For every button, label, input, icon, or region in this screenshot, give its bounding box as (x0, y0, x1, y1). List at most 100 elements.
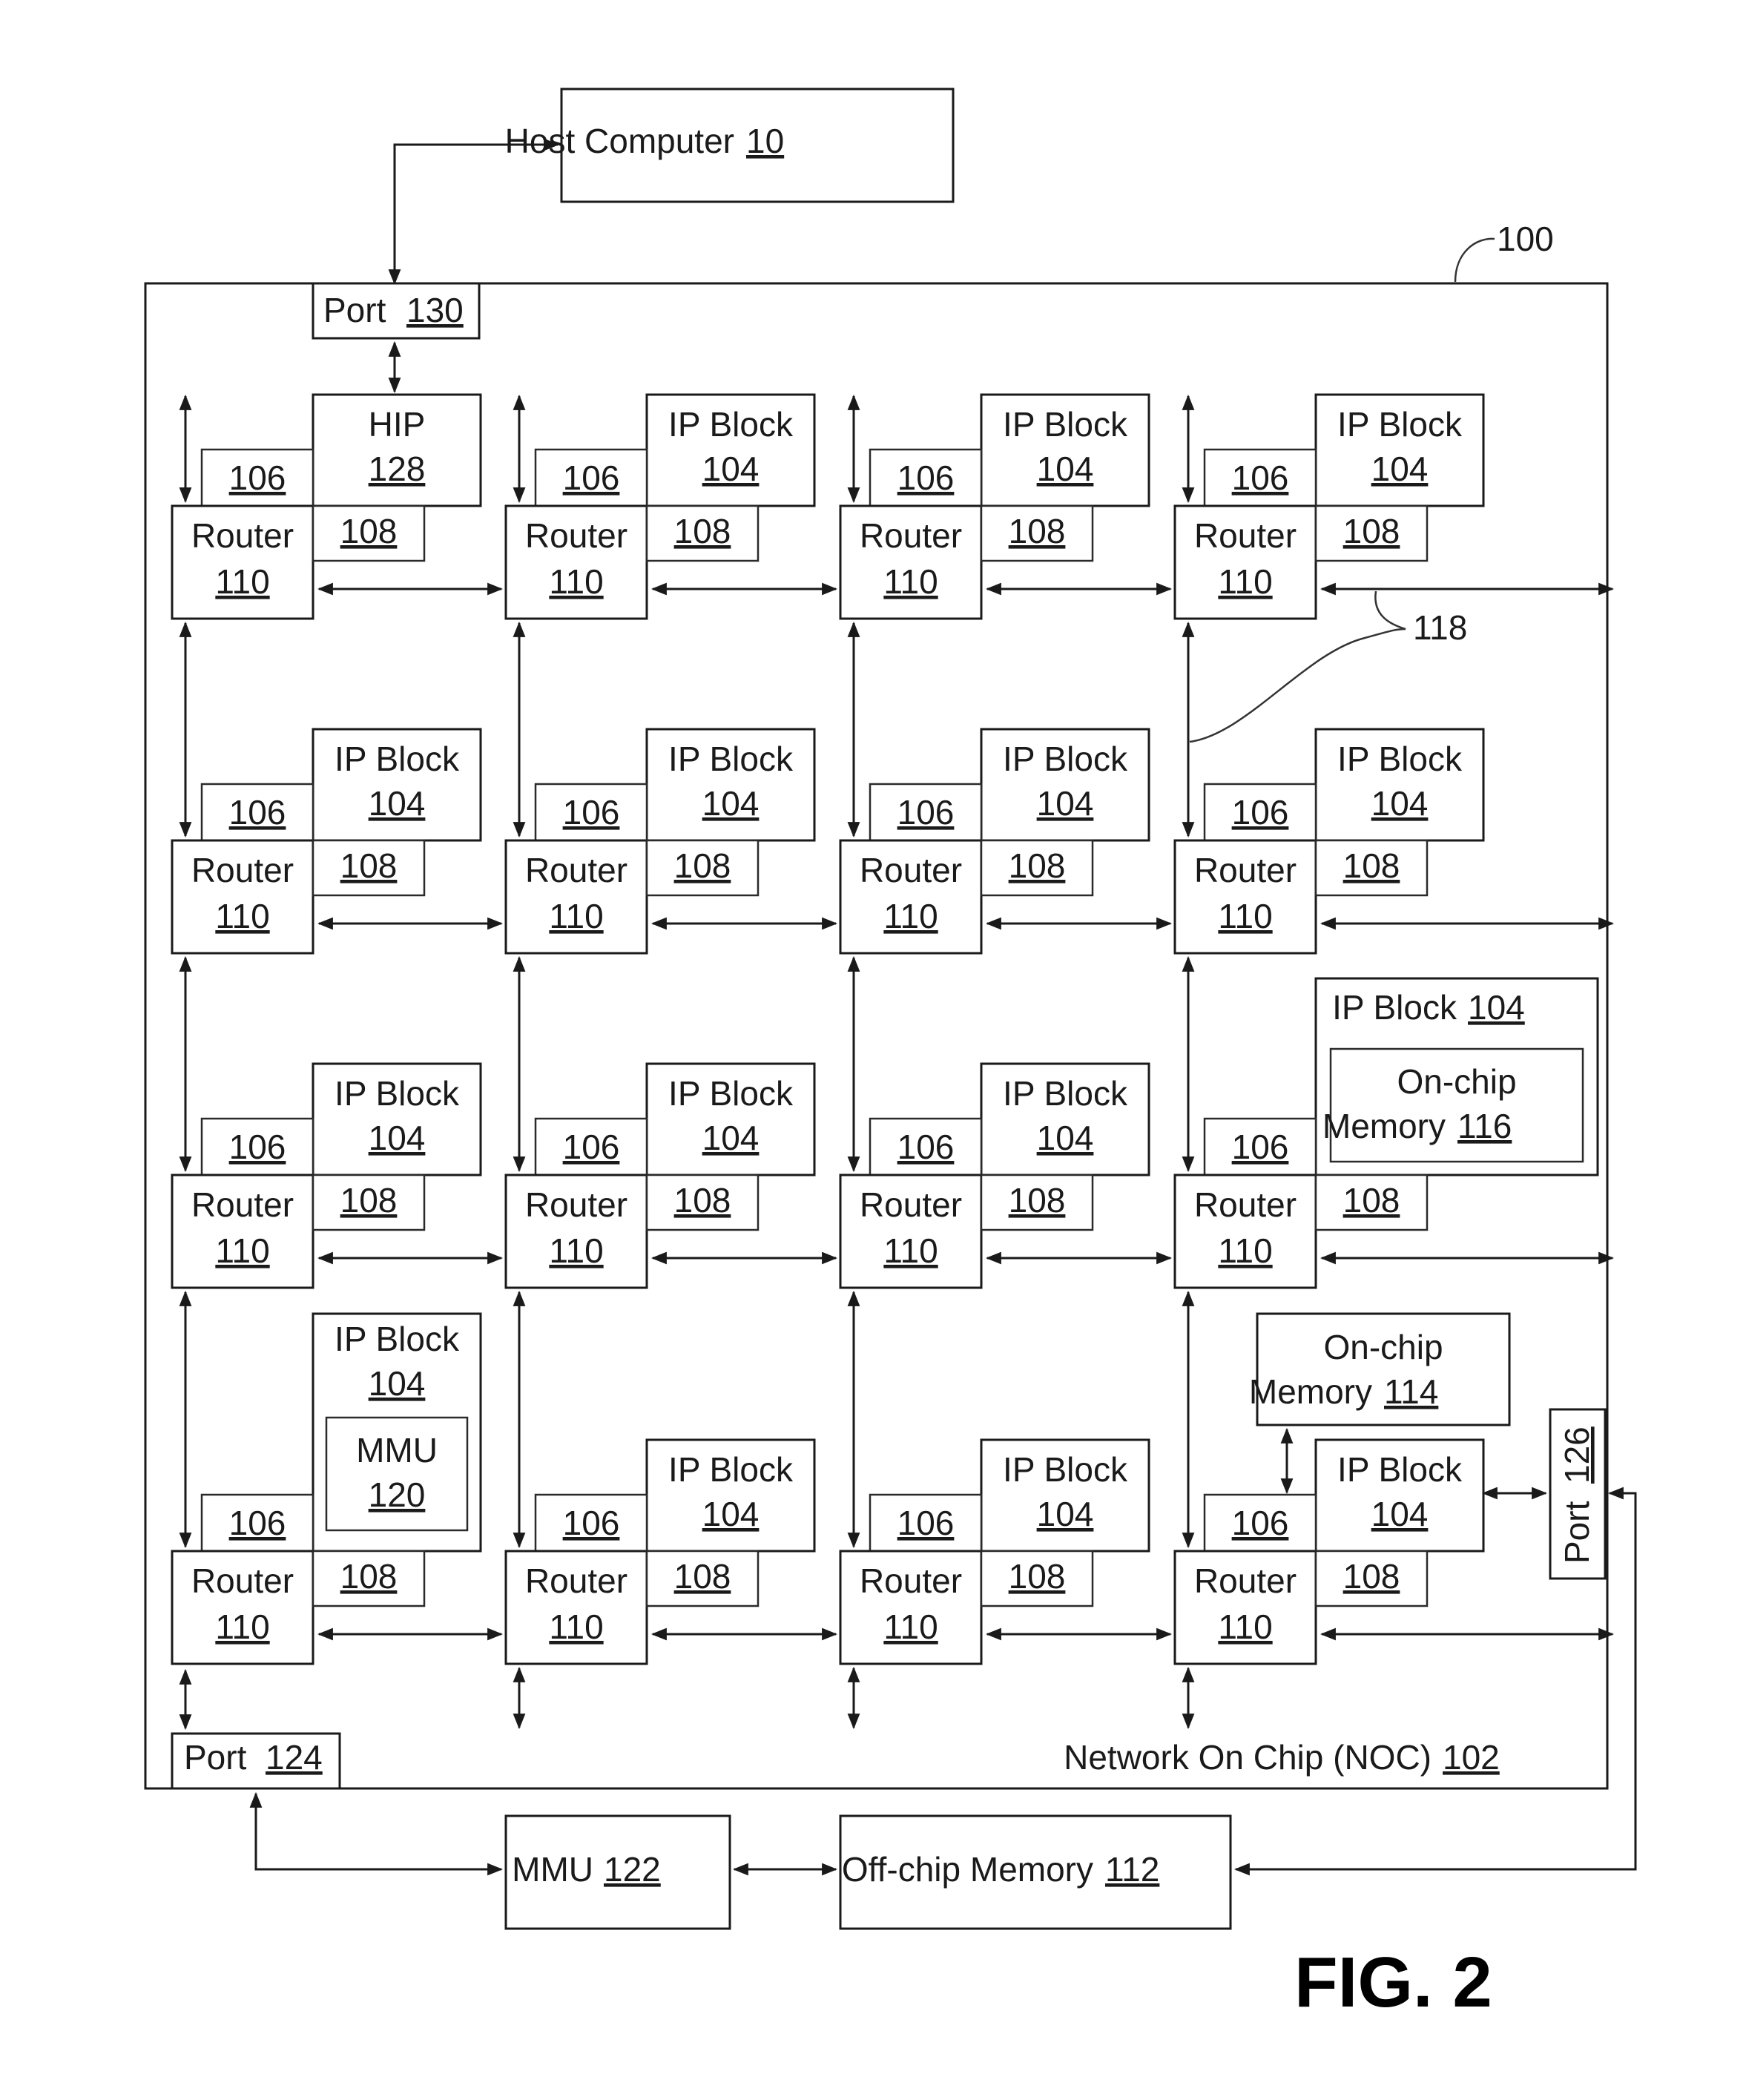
controller-108-ref: 108 (1343, 512, 1400, 550)
onchip-memory-ref: 116 (1457, 1107, 1512, 1145)
memory-comm-controller-106: 106 (869, 1493, 983, 1553)
router-110: Router 110 (171, 504, 314, 620)
svg-text:MMU: MMU (512, 1850, 593, 1889)
network-interface-controller-108: 108 (1314, 1550, 1429, 1607)
network-interface-controller-108: 108 (1314, 504, 1429, 562)
router-110: Router 110 (504, 839, 648, 955)
memory-comm-controller-106: 106 (200, 448, 314, 507)
router-label: Router (1194, 1561, 1297, 1600)
router-ref: 110 (1218, 562, 1272, 601)
ip-block-ref: 104 (1037, 784, 1094, 823)
ip-block: IP Block 104 (980, 1438, 1150, 1553)
router-ref: 110 (549, 897, 603, 935)
router-110: Router 110 (171, 839, 314, 955)
router-label: Router (191, 1185, 294, 1224)
ip-block-label: IP Block (1337, 740, 1463, 778)
controller-108-ref: 108 (1009, 512, 1066, 550)
router-110: Router 110 (839, 839, 983, 955)
controller-108-ref: 108 (674, 1181, 731, 1219)
host-computer-ref: 10 (746, 122, 784, 160)
ip-block-label: IP Block (335, 1074, 460, 1113)
network-interface-controller-108: 108 (1314, 839, 1429, 897)
memory-comm-controller-106: 106 (534, 783, 648, 842)
network-interface-controller-108: 108 (312, 504, 426, 562)
onchip-memory-label: Memory (1322, 1107, 1446, 1145)
controller-106-ref: 106 (229, 1504, 286, 1542)
svg-text:Port: Port (323, 291, 386, 329)
ip-block-label: IP Block (668, 1450, 794, 1489)
svg-text:114: 114 (1384, 1372, 1438, 1411)
router-ref: 110 (883, 1231, 938, 1270)
controller-106-ref: 106 (229, 793, 286, 832)
host-link (388, 138, 560, 286)
ip-block: IP Block 104 (980, 1062, 1150, 1176)
network-interface-controller-108: 108 (980, 1550, 1094, 1607)
noc-block-diagram: Host Computer 10 100 Network On Chip (NO… (144, 88, 1637, 2022)
svg-text:Off-chip Memory: Off-chip Memory (842, 1850, 1093, 1889)
svg-text:Port: Port (1558, 1501, 1596, 1564)
controller-106-ref: 106 (563, 458, 620, 497)
onchip-memory-label: On-chip (1397, 1062, 1516, 1101)
svg-text:122: 122 (604, 1850, 661, 1889)
ip-block-ref: 104 (1371, 1495, 1429, 1533)
network-interface-controller-108: 108 (980, 839, 1094, 897)
network-interface-controller-108: 108 (645, 839, 760, 897)
controller-106-ref: 106 (1232, 458, 1289, 497)
controller-106-ref: 106 (563, 1128, 620, 1166)
offchip-memory-112: Off-chip Memory 112 (839, 1814, 1232, 1930)
router-label: Router (1194, 851, 1297, 889)
host-computer-label: Host Computer (505, 122, 734, 160)
router-label: Router (860, 516, 962, 555)
hip-label: HIP (369, 405, 426, 444)
svg-text:124: 124 (266, 1738, 323, 1777)
system-ref-label: 100 (1497, 220, 1554, 258)
ip-block-ref: 104 (1371, 450, 1429, 488)
svg-text:112: 112 (1105, 1850, 1159, 1889)
ip-block-ref: 104 (369, 1119, 426, 1157)
controller-106-ref: 106 (1232, 1128, 1289, 1166)
memory-comm-controller-106: 106 (200, 1117, 314, 1176)
router-ref: 110 (883, 1607, 938, 1646)
controller-108-ref: 108 (1343, 846, 1400, 885)
controller-106-ref: 106 (563, 1504, 620, 1542)
router-110: Router 110 (171, 1550, 314, 1665)
controller-106-ref: 106 (897, 1128, 955, 1166)
ip-block-with-onchip-memory-116: IP Block 104 On-chip Memory 116 (1314, 977, 1599, 1176)
router-ref: 110 (1218, 1231, 1272, 1270)
ip-block-label: IP Block (1003, 740, 1128, 778)
controller-108-ref: 108 (340, 512, 398, 550)
system-ref-leader (1454, 237, 1495, 283)
controller-108-ref: 108 (1009, 846, 1066, 885)
router-ref: 110 (883, 897, 938, 935)
mmu-label: MMU (356, 1431, 438, 1469)
controller-108-ref: 108 (674, 846, 731, 885)
ip-block: IP Block 104 (1314, 728, 1485, 842)
ip-block-label: IP Block (668, 740, 794, 778)
controller-108-ref: 108 (1343, 1557, 1400, 1596)
router-label: Router (525, 516, 627, 555)
router-ref: 110 (1218, 1607, 1272, 1646)
controller-108-ref: 108 (674, 1557, 731, 1596)
router-110: Router 110 (171, 1174, 314, 1289)
ip-block: IP Block 104 (980, 393, 1150, 507)
controller-106-ref: 106 (1232, 1504, 1289, 1542)
router-ref: 110 (215, 1607, 269, 1646)
svg-text:On-chip: On-chip (1323, 1328, 1443, 1366)
router-label: Router (525, 1185, 627, 1224)
memory-comm-controller-106: 106 (1203, 1493, 1317, 1553)
svg-text:102: 102 (1443, 1738, 1500, 1777)
svg-text:126: 126 (1558, 1426, 1596, 1484)
port-126: Port 126 (1549, 1408, 1607, 1580)
ip-block: IP Block 104 (980, 728, 1150, 842)
router-ref: 110 (215, 562, 269, 601)
router-110: Router 110 (504, 1174, 648, 1289)
router-110: Router 110 (839, 1550, 983, 1665)
svg-text:Network On Chip (NOC): Network On Chip (NOC) (1064, 1738, 1432, 1777)
router-ref: 110 (883, 562, 938, 601)
ip-block-ref: 104 (1037, 450, 1094, 488)
controller-106-ref: 106 (229, 458, 286, 497)
memory-comm-controller-106: 106 (534, 1117, 648, 1176)
ip-block-ref: 104 (702, 450, 760, 488)
controller-106-ref: 106 (897, 1504, 955, 1542)
router-label: Router (525, 1561, 627, 1600)
